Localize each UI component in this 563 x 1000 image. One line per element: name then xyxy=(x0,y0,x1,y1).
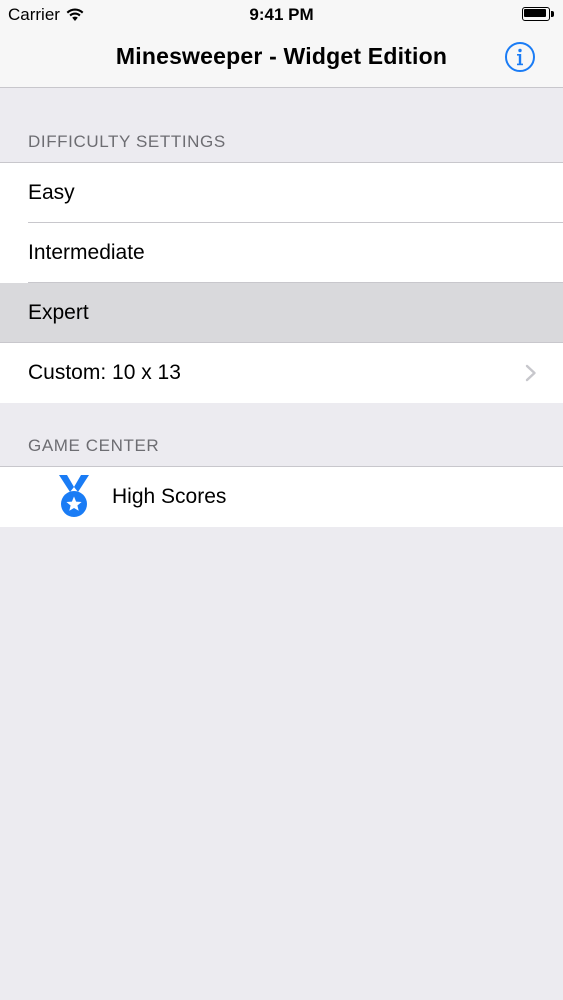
difficulty-item-easy[interactable]: Easy xyxy=(0,163,563,223)
section-header-difficulty: DIFFICULTY SETTINGS xyxy=(28,132,226,151)
difficulty-item-label: Easy xyxy=(28,181,75,204)
page-title: Minesweeper - Widget Edition xyxy=(115,43,448,69)
battery-icon xyxy=(522,7,554,21)
difficulty-list: Easy Intermediate Expert Custom: 10 x 13 xyxy=(0,162,563,403)
app-screen: Carrier 9:41 PM Minesweeper - Widget Edi… xyxy=(0,0,563,1000)
status-bar: Carrier 9:41 PM xyxy=(0,0,563,30)
difficulty-item-label: Expert xyxy=(28,301,89,324)
battery-nub xyxy=(551,11,554,17)
section-header-game-center: GAME CENTER xyxy=(28,436,160,455)
difficulty-item-custom[interactable]: Custom: 10 x 13 xyxy=(0,343,563,403)
info-icon[interactable] xyxy=(504,41,536,73)
difficulty-item-label: Intermediate xyxy=(28,241,145,264)
high-scores-label: High Scores xyxy=(112,485,227,508)
high-scores-item[interactable]: High Scores xyxy=(0,467,563,527)
difficulty-item-label: Custom: 10 x 13 xyxy=(28,361,181,384)
game-center-list: High Scores xyxy=(0,466,563,527)
difficulty-item-expert[interactable]: Expert xyxy=(0,283,563,343)
top-bar: Carrier 9:41 PM Minesweeper - Widget Edi… xyxy=(0,0,563,88)
difficulty-item-intermediate[interactable]: Intermediate xyxy=(0,223,563,283)
status-time: 9:41 PM xyxy=(249,5,314,24)
navigation-bar: Minesweeper - Widget Edition xyxy=(0,30,563,88)
battery-fill xyxy=(524,9,546,17)
chevron-right-icon xyxy=(525,364,536,382)
medal-icon xyxy=(59,475,89,517)
